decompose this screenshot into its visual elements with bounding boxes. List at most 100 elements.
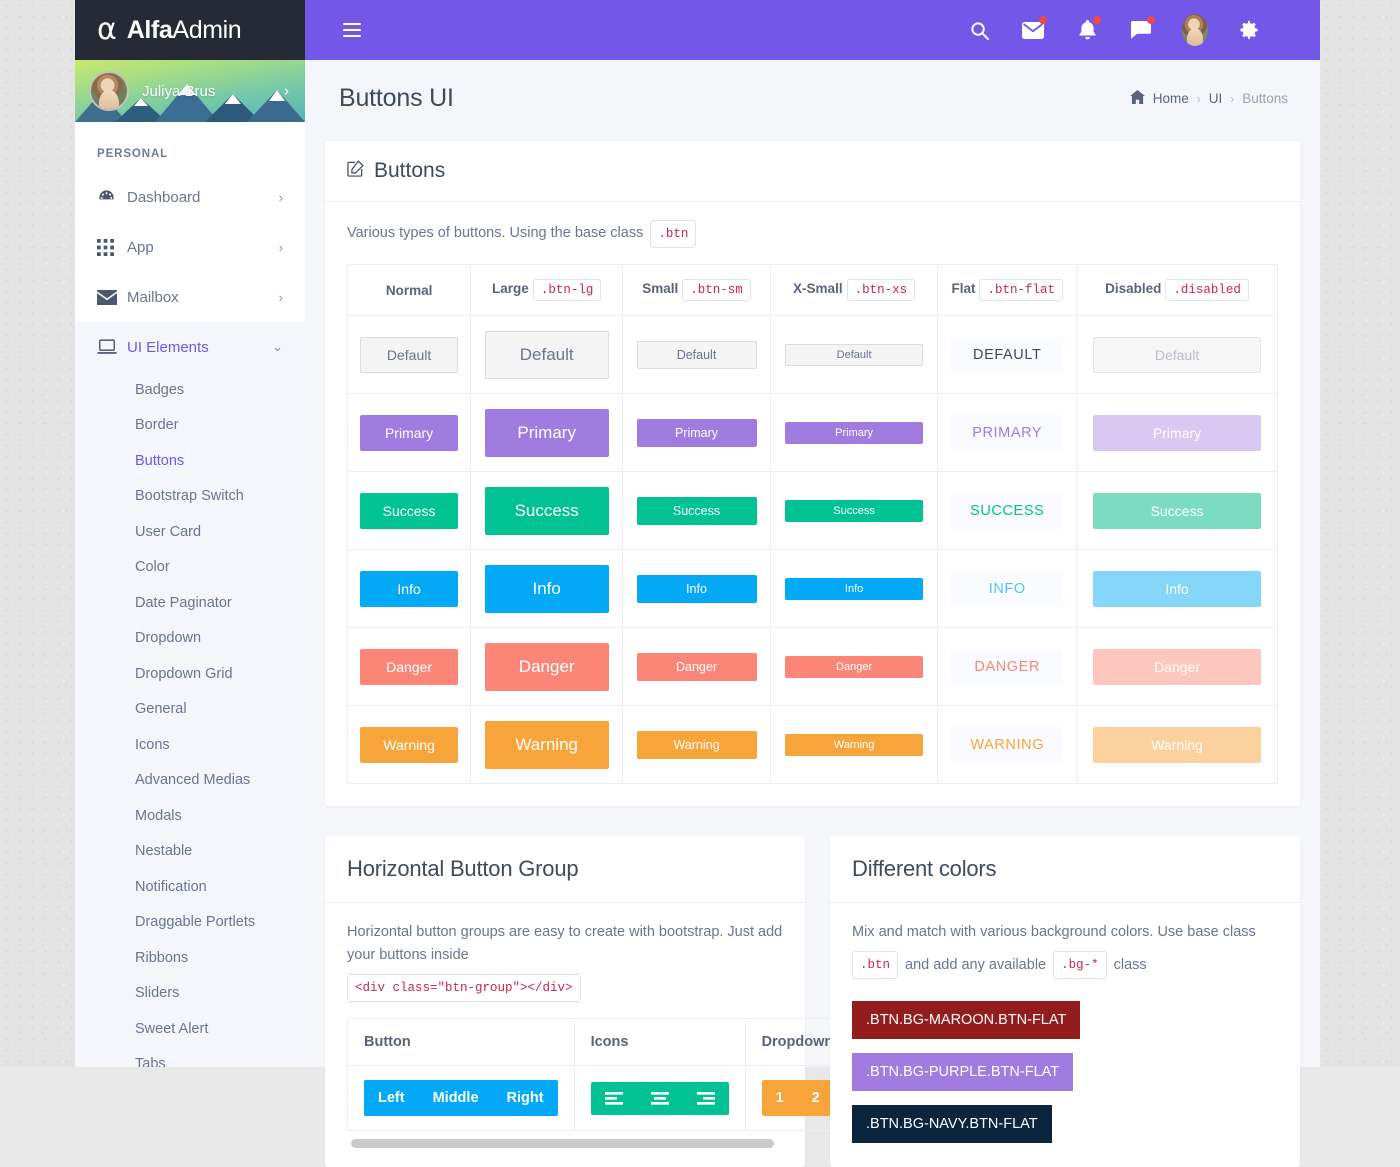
horizontal-button-group-panel: Horizontal Button Group Horizontal butto… bbox=[325, 836, 887, 1167]
table-row: LeftMiddleRight 12▾ bbox=[347, 1065, 887, 1132]
sidebar-item-mailbox[interactable]: Mailbox › bbox=[75, 272, 305, 322]
primary-small-button[interactable]: Primary bbox=[636, 418, 757, 447]
primary-xsmall-button[interactable]: Primary bbox=[785, 421, 924, 444]
color-button-btn-bg-purple-btn-flat[interactable]: .BTN.BG-PURPLE.BTN-FLAT bbox=[852, 1053, 1074, 1092]
primary-normal-button[interactable]: Primary bbox=[360, 414, 459, 451]
sidebar-subitem-dropdown-grid[interactable]: Dropdown Grid bbox=[75, 656, 305, 692]
chevron-right-icon: › bbox=[278, 239, 283, 255]
default-xsmall-button[interactable]: Default bbox=[785, 343, 924, 366]
sidebar-subitem-nestable[interactable]: Nestable bbox=[75, 834, 305, 870]
sidebar-subitem-dropdown[interactable]: Dropdown bbox=[75, 621, 305, 657]
column-header-flat: Flat .btn-flat bbox=[937, 264, 1078, 316]
group-button-left[interactable]: Left bbox=[364, 1080, 419, 1117]
sidebar-subitem-bootstrap-switch[interactable]: Bootstrap Switch bbox=[75, 479, 305, 515]
bell-icon[interactable] bbox=[1074, 16, 1101, 43]
warning-flat-button[interactable]: WARNING bbox=[951, 726, 1064, 763]
info-xsmall-button[interactable]: Info bbox=[785, 577, 924, 600]
sidebar-subitem-draggable-portlets[interactable]: Draggable Portlets bbox=[75, 905, 305, 941]
info-disabled-button[interactable]: Info bbox=[1093, 570, 1262, 607]
dropdown-item-2[interactable]: 2 bbox=[797, 1080, 834, 1117]
sidebar-subitem-sweet-alert[interactable]: Sweet Alert bbox=[75, 1011, 305, 1047]
success-normal-button[interactable]: Success bbox=[360, 492, 459, 529]
breadcrumb-ui[interactable]: UI bbox=[1209, 91, 1223, 106]
dropdown-item-1[interactable]: 1 bbox=[761, 1080, 798, 1117]
sidebar-user-profile[interactable]: Juliya Brus › bbox=[75, 60, 305, 122]
success-large-button[interactable]: Success bbox=[484, 486, 609, 535]
table-header-row: Normal Large .btn-lg Small .btn-sm X-Small… bbox=[346, 264, 1278, 316]
sidebar-subitem-sliders[interactable]: Sliders bbox=[75, 976, 305, 1012]
danger-disabled-button[interactable]: Danger bbox=[1093, 648, 1262, 685]
sidebar-subitem-user-card[interactable]: User Card bbox=[75, 514, 305, 550]
align-left-icon[interactable] bbox=[590, 1081, 637, 1115]
default-large-button[interactable]: Default bbox=[484, 330, 609, 379]
group-panel-title: Horizontal Button Group bbox=[347, 856, 579, 881]
horizontal-scrollbar[interactable] bbox=[347, 1139, 783, 1149]
default-small-button[interactable]: Default bbox=[636, 340, 757, 369]
info-small-button[interactable]: Info bbox=[636, 574, 757, 603]
success-xsmall-button[interactable]: Success bbox=[785, 499, 924, 522]
warning-disabled-button[interactable]: Warning bbox=[1093, 726, 1262, 763]
primary-flat-button[interactable]: PRIMARY bbox=[951, 414, 1064, 451]
warning-normal-button[interactable]: Warning bbox=[360, 726, 459, 763]
sidebar-subitem-badges[interactable]: Badges bbox=[75, 372, 305, 408]
warning-xsmall-button[interactable]: Warning bbox=[785, 733, 924, 756]
align-right-icon[interactable] bbox=[682, 1081, 729, 1115]
success-disabled-button[interactable]: Success bbox=[1093, 492, 1262, 529]
primary-large-button[interactable]: Primary bbox=[484, 408, 609, 457]
breadcrumb-home[interactable]: Home bbox=[1153, 91, 1189, 106]
sidebar-subitem-tabs[interactable]: Tabs bbox=[75, 1047, 305, 1067]
sidebar-subitem-notification[interactable]: Notification bbox=[75, 869, 305, 905]
sidebar-subitem-buttons[interactable]: Buttons bbox=[75, 443, 305, 479]
brand-logo-area[interactable]: α AlfaAdmin bbox=[75, 0, 305, 60]
primary-disabled-button[interactable]: Primary bbox=[1093, 414, 1262, 451]
column-header-xsmall: X-Small .btn-xs bbox=[769, 264, 939, 316]
chevron-right-icon[interactable]: › bbox=[284, 83, 289, 100]
danger-small-button[interactable]: Danger bbox=[636, 652, 757, 681]
danger-large-button[interactable]: Danger bbox=[484, 642, 609, 691]
sidebar-item-app[interactable]: App › bbox=[75, 222, 305, 272]
sidebar-subitem-modals[interactable]: Modals bbox=[75, 798, 305, 834]
alpha-logo-icon: α bbox=[97, 12, 117, 47]
info-large-button[interactable]: Info bbox=[484, 564, 609, 613]
gear-icon[interactable] bbox=[1236, 17, 1262, 43]
info-flat-button[interactable]: INFO bbox=[951, 570, 1064, 607]
sidebar-subitem-ribbons[interactable]: Ribbons bbox=[75, 940, 305, 976]
group-button-middle[interactable]: Middle bbox=[418, 1080, 493, 1117]
chat-icon[interactable] bbox=[1128, 16, 1155, 43]
default-normal-button[interactable]: Default bbox=[360, 336, 459, 373]
page-header: Buttons UI Home › UI › Buttons bbox=[305, 60, 1320, 113]
user-avatar[interactable] bbox=[1182, 14, 1208, 46]
buttons-table: Normal Large .btn-lg Small .btn-sm X-Small… bbox=[346, 264, 1278, 784]
default-disabled-button[interactable]: Default bbox=[1093, 336, 1262, 373]
group-button-right[interactable]: Right bbox=[492, 1080, 558, 1117]
breadcrumb: Home › UI › Buttons bbox=[1129, 90, 1288, 107]
sidebar-subitem-general[interactable]: General bbox=[75, 692, 305, 728]
cell-success-large: Success bbox=[470, 471, 624, 550]
search-icon[interactable] bbox=[966, 17, 992, 43]
envelope-icon[interactable] bbox=[1020, 16, 1047, 43]
align-center-icon[interactable] bbox=[636, 1081, 683, 1115]
sidebar-subitem-icons[interactable]: Icons bbox=[75, 727, 305, 763]
danger-xsmall-button[interactable]: Danger bbox=[785, 655, 924, 678]
danger-normal-button[interactable]: Danger bbox=[360, 648, 459, 685]
color-button-btn-bg-navy-btn-flat[interactable]: .BTN.BG-NAVY.BTN-FLAT bbox=[852, 1105, 1052, 1144]
success-small-button[interactable]: Success bbox=[636, 496, 757, 525]
info-normal-button[interactable]: Info bbox=[360, 570, 459, 607]
envelope-icon bbox=[97, 289, 127, 305]
success-flat-button[interactable]: SUCCESS bbox=[951, 492, 1064, 529]
topbar-icons bbox=[966, 14, 1320, 46]
default-flat-button[interactable]: DEFAULT bbox=[951, 336, 1064, 373]
sidebar-item-ui-elements[interactable]: UI Elements ⌄ bbox=[75, 322, 305, 372]
description-text: Horizontal button groups are easy to cre… bbox=[347, 924, 783, 964]
warning-small-button[interactable]: Warning bbox=[636, 730, 757, 759]
color-button-btn-bg-maroon-btn-flat[interactable]: .BTN.BG-MAROON.BTN-FLAT bbox=[852, 1001, 1081, 1040]
sidebar-item-dashboard[interactable]: Dashboard › bbox=[75, 172, 305, 222]
sidebar-subitem-color[interactable]: Color bbox=[75, 550, 305, 586]
sidebar-subitem-date-paginator[interactable]: Date Paginator bbox=[75, 585, 305, 621]
hamburger-icon[interactable] bbox=[343, 19, 361, 41]
sidebar-subitem-border[interactable]: Border bbox=[75, 408, 305, 444]
sidebar-subitem-advanced-medias[interactable]: Advanced Medias bbox=[75, 763, 305, 799]
cell-primary-normal: Primary bbox=[346, 393, 472, 472]
warning-large-button[interactable]: Warning bbox=[484, 720, 609, 769]
danger-flat-button[interactable]: DANGER bbox=[951, 648, 1064, 685]
